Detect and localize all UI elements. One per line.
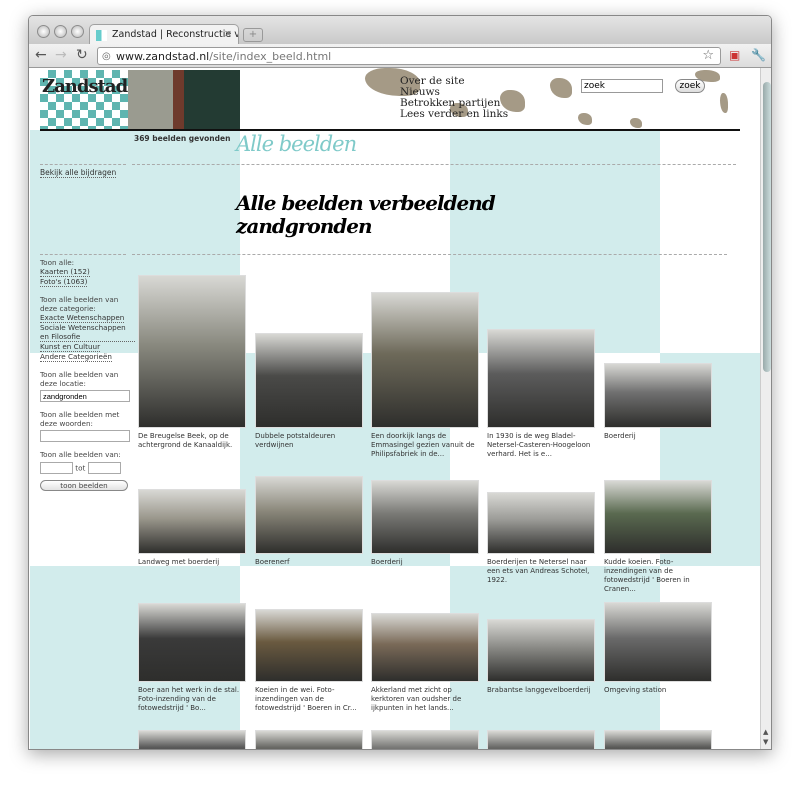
thumbnail-image[interactable] — [138, 730, 246, 749]
thumbnail-image[interactable] — [255, 333, 363, 428]
main-heading: Alle beelden verbeeldend zandgronden — [236, 191, 496, 238]
period-from-input[interactable] — [40, 462, 73, 474]
site-header: Zandstad Over de site Nieuws Betrokken p… — [30, 68, 761, 131]
result-count: 369 beelden gevonden — [134, 134, 231, 143]
show-all-label: Toon alle: — [40, 258, 75, 267]
favicon-icon — [96, 30, 107, 41]
wrench-icon[interactable]: 🔧 — [751, 48, 766, 62]
location-input[interactable] — [40, 390, 130, 402]
thumbnail-image[interactable] — [371, 730, 479, 749]
menu-lees-verder[interactable]: Lees verder en links — [400, 109, 508, 120]
search-input[interactable]: zoek — [581, 79, 663, 93]
minimize-window-button[interactable] — [54, 25, 67, 38]
category-label: Toon alle beelden van deze categorie: — [40, 295, 119, 313]
thumbnail-image[interactable] — [138, 275, 246, 428]
site-logo[interactable]: Zandstad — [42, 76, 128, 97]
image-caption[interactable]: Omgeving station — [604, 686, 716, 695]
thumbnail-image[interactable] — [138, 603, 246, 682]
tab-title: Zandstad | Reconstructie van — [112, 29, 239, 40]
words-label: Toon alle beelden met deze woorden: — [40, 410, 120, 428]
forward-icon[interactable]: → — [55, 47, 67, 63]
link-kaarten[interactable]: Kaarten (152) — [40, 267, 90, 277]
close-window-button[interactable] — [37, 25, 50, 38]
thumbnail-image[interactable] — [138, 489, 246, 554]
thumbnail-image[interactable] — [604, 480, 712, 554]
image-caption[interactable]: Een doorkijk langs de Emmasingel gezien … — [371, 432, 483, 459]
extension-icon[interactable]: ▣ — [729, 48, 740, 62]
thumbnail-image[interactable] — [487, 329, 595, 428]
category-kunst[interactable]: Kunst en Cultuur — [40, 342, 101, 352]
thumbnail-image[interactable] — [371, 480, 479, 554]
scroll-down-icon[interactable]: ▼ — [763, 738, 768, 746]
thumbnail-image[interactable] — [255, 609, 363, 682]
sidebar-filters: Toon alle: Kaarten (152) Foto's (1063) T… — [40, 258, 135, 491]
image-caption[interactable]: Boerenerf — [255, 558, 367, 567]
thumbnail-image[interactable] — [604, 602, 712, 682]
new-tab-button[interactable]: + — [243, 28, 263, 42]
thumbnail-image[interactable] — [487, 619, 595, 682]
close-tab-icon[interactable]: ✕ — [224, 29, 232, 40]
browser-window: Zandstad | Reconstructie van ✕ + ← → ↻ ◎… — [28, 15, 772, 750]
browser-toolbar: ← → ↻ ◎ www.zandstad.nl/site/index_beeld… — [29, 44, 771, 68]
image-caption[interactable]: Brabantse langgevelboerderij — [487, 686, 599, 695]
category-sociale[interactable]: Sociale Wetenschappen en Filosofie — [40, 323, 135, 342]
period-to-label: tot — [75, 463, 86, 473]
page-title: Alle beelden — [236, 132, 357, 156]
page-viewport: Zandstad Over de site Nieuws Betrokken p… — [30, 68, 761, 749]
main-menu: Over de site Nieuws Betrokken partijen L… — [400, 76, 508, 120]
image-caption[interactable]: Boerderij — [604, 432, 716, 441]
header-photo — [128, 70, 240, 129]
image-caption[interactable]: Boerderij — [371, 558, 483, 567]
image-caption[interactable]: Kudde koeien. Foto-inzendingen van de fo… — [604, 558, 716, 594]
image-caption[interactable]: Landweg met boerderij — [138, 558, 250, 567]
tab-zandstad[interactable]: Zandstad | Reconstructie van ✕ — [89, 24, 239, 45]
address-bar[interactable]: ◎ www.zandstad.nl/site/index_beeld.html … — [97, 47, 721, 65]
location-label: Toon alle beelden van deze locatie: — [40, 370, 119, 388]
image-caption[interactable]: De Breugelse Beek, op de achtergrond de … — [138, 432, 250, 450]
period-label: Toon alle beelden van: — [40, 450, 121, 459]
search-button[interactable]: zoek — [675, 79, 705, 93]
words-input[interactable] — [40, 430, 130, 442]
link-fotos[interactable]: Foto's (1063) — [40, 277, 88, 287]
title-bar: Zandstad | Reconstructie van ✕ + — [29, 16, 771, 45]
thumbnail-image[interactable] — [371, 613, 479, 682]
scroll-up-icon[interactable]: ▲ — [763, 728, 768, 736]
header-rule — [40, 129, 740, 131]
thumbnail-image[interactable] — [255, 476, 363, 554]
globe-icon: ◎ — [102, 51, 111, 62]
thumbnail-image[interactable] — [255, 730, 363, 749]
all-contributions-link[interactable]: Bekijk alle bijdragen — [40, 168, 117, 178]
category-andere[interactable]: Andere Categorieën — [40, 352, 112, 362]
thumbnail-image[interactable] — [604, 363, 712, 428]
thumbnail-image[interactable] — [487, 730, 595, 749]
scrollbar[interactable]: ▲ ▼ — [760, 68, 771, 749]
zoom-window-button[interactable] — [71, 25, 84, 38]
reload-icon[interactable]: ↻ — [76, 47, 88, 63]
image-caption[interactable]: Dubbele potstaldeuren verdwijnen — [255, 432, 367, 450]
url-domain: www.zandstad.nl — [116, 50, 210, 63]
image-caption[interactable]: Boerderijen te Netersel naar een ets van… — [487, 558, 599, 585]
thumbnail-image[interactable] — [604, 730, 712, 749]
bookmark-star-icon[interactable]: ☆ — [702, 48, 714, 63]
thumbnail-image[interactable] — [487, 492, 595, 554]
image-caption[interactable]: Koeien in de wei. Foto-inzendingen van d… — [255, 686, 367, 713]
back-icon[interactable]: ← — [35, 47, 47, 63]
show-images-button[interactable]: toon beelden — [40, 480, 128, 491]
image-caption[interactable]: In 1930 is de weg Bladel-Netersel-Caster… — [487, 432, 599, 459]
category-exacte[interactable]: Exacte Wetenschappen — [40, 313, 125, 323]
period-to-input[interactable] — [87, 462, 121, 474]
url-path: /site/index_beeld.html — [209, 50, 332, 63]
scrollbar-thumb[interactable] — [763, 82, 771, 372]
thumbnail-image[interactable] — [371, 292, 479, 428]
image-caption[interactable]: Boer aan het werk in de stal. Foto-inzen… — [138, 686, 250, 713]
image-caption[interactable]: Akkerland met zicht op kerktoren van oud… — [371, 686, 483, 713]
